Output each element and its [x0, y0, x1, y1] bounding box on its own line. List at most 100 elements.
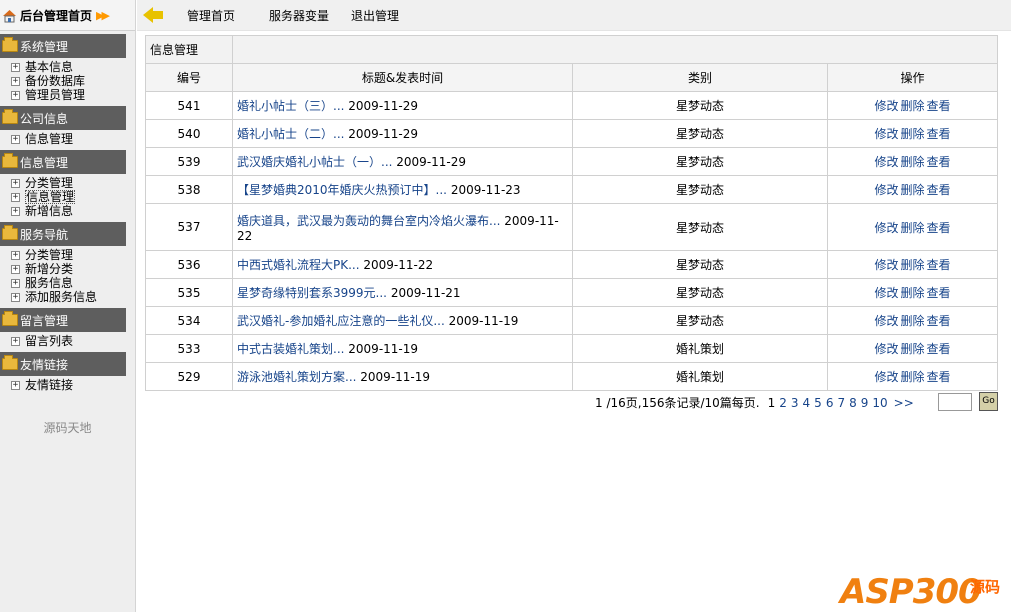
sidebar-item[interactable]: + 添加服务信息 — [11, 290, 135, 304]
sidebar-title[interactable]: 后台管理首页 — [20, 7, 92, 24]
go-button[interactable]: Go — [979, 392, 998, 411]
sidebar-header[interactable]: 后台管理首页 ▶▶ — [0, 0, 135, 31]
expand-plus-icon[interactable]: + — [11, 76, 20, 86]
view-link[interactable]: 查看 — [927, 286, 951, 300]
expand-plus-icon[interactable]: + — [11, 336, 20, 346]
sidebar-item[interactable]: + 基本信息 — [11, 60, 135, 74]
view-link[interactable]: 查看 — [927, 99, 951, 113]
row-title-link[interactable]: 婚礼小帖士（三）... — [237, 99, 344, 113]
delete-link[interactable]: 删除 — [900, 342, 924, 356]
edit-link[interactable]: 修改 — [874, 127, 898, 141]
next-pages-link[interactable]: >> — [894, 396, 914, 410]
expand-plus-icon[interactable]: + — [11, 134, 20, 144]
sidebar-item[interactable]: + 信息管理 — [11, 132, 135, 146]
expand-plus-icon[interactable]: + — [11, 178, 20, 188]
sidebar-item-label[interactable]: 备份数据库 — [25, 74, 85, 88]
nav-logout-link[interactable]: 退出管理 — [351, 7, 399, 24]
delete-link[interactable]: 删除 — [900, 221, 924, 235]
edit-link[interactable]: 修改 — [874, 342, 898, 356]
expand-plus-icon[interactable]: + — [11, 90, 20, 100]
sidebar-item-label[interactable]: 分类管理 — [25, 248, 73, 262]
page-link[interactable]: 10 — [872, 396, 887, 410]
back-arrow-icon[interactable] — [143, 7, 165, 23]
page-link[interactable]: 5 — [814, 396, 822, 410]
page-link[interactable]: 9 — [861, 396, 869, 410]
sidebar-item-label[interactable]: 服务信息 — [25, 276, 73, 290]
view-link[interactable]: 查看 — [927, 370, 951, 384]
page-link[interactable]: 2 — [779, 396, 787, 410]
edit-link[interactable]: 修改 — [874, 370, 898, 384]
nav-server-vars-link[interactable]: 服务器变量 — [269, 7, 329, 24]
sidebar-item[interactable]: + 分类管理 — [11, 176, 135, 190]
nav-home-link[interactable]: 管理首页 — [187, 7, 235, 24]
sidebar-item-label[interactable]: 管理员管理 — [25, 88, 85, 102]
page-link[interactable]: 7 — [837, 396, 845, 410]
page-link[interactable]: 8 — [849, 396, 857, 410]
delete-link[interactable]: 删除 — [900, 155, 924, 169]
view-link[interactable]: 查看 — [927, 258, 951, 272]
sidebar-item-label[interactable]: 基本信息 — [25, 60, 73, 74]
page-link[interactable]: 6 — [826, 396, 834, 410]
view-link[interactable]: 查看 — [927, 155, 951, 169]
sidebar-group-header[interactable]: 友情链接 — [0, 352, 126, 376]
sidebar-item-label[interactable]: 新增分类 — [25, 262, 73, 276]
page-link[interactable]: 1 — [768, 396, 776, 410]
delete-link[interactable]: 删除 — [900, 127, 924, 141]
view-link[interactable]: 查看 — [927, 221, 951, 235]
sidebar-group-header[interactable]: 公司信息 — [0, 106, 126, 130]
delete-link[interactable]: 删除 — [900, 183, 924, 197]
page-number-input[interactable] — [938, 393, 972, 411]
row-title-link[interactable]: 游泳池婚礼策划方案... — [237, 370, 356, 384]
edit-link[interactable]: 修改 — [874, 183, 898, 197]
sidebar-item-label[interactable]: 添加服务信息 — [25, 290, 97, 304]
row-title-link[interactable]: 星梦奇缘特别套系3999元... — [237, 286, 387, 300]
view-link[interactable]: 查看 — [927, 127, 951, 141]
view-link[interactable]: 查看 — [927, 314, 951, 328]
sidebar-item[interactable]: + 管理员管理 — [11, 88, 135, 102]
expand-plus-icon[interactable]: + — [11, 192, 20, 202]
row-title-link[interactable]: 【星梦婚典2010年婚庆火热预订中】... — [237, 183, 447, 197]
row-title-link[interactable]: 中式古装婚礼策划... — [237, 342, 344, 356]
edit-link[interactable]: 修改 — [874, 99, 898, 113]
sidebar-group-header[interactable]: 信息管理 — [0, 150, 126, 174]
sidebar-item[interactable]: + 分类管理 — [11, 248, 135, 262]
delete-link[interactable]: 删除 — [900, 286, 924, 300]
expand-plus-icon[interactable]: + — [11, 278, 20, 288]
row-title-link[interactable]: 婚礼小帖士（二）... — [237, 127, 344, 141]
delete-link[interactable]: 删除 — [900, 370, 924, 384]
sidebar-item-label[interactable]: 留言列表 — [25, 334, 73, 348]
sidebar-item-label[interactable]: 分类管理 — [25, 176, 73, 190]
sidebar-group-header[interactable]: 留言管理 — [0, 308, 126, 332]
expand-plus-icon[interactable]: + — [11, 380, 20, 390]
row-title-link[interactable]: 婚庆道具，武汉最为轰动的舞台室内冷焰火瀑布... — [237, 214, 500, 228]
view-link[interactable]: 查看 — [927, 183, 951, 197]
edit-link[interactable]: 修改 — [874, 155, 898, 169]
page-link[interactable]: 4 — [803, 396, 811, 410]
sidebar-item-label[interactable]: 新增信息 — [25, 204, 73, 218]
expand-plus-icon[interactable]: + — [11, 264, 20, 274]
sidebar-item[interactable]: + 新增分类 — [11, 262, 135, 276]
expand-plus-icon[interactable]: + — [11, 62, 20, 72]
view-link[interactable]: 查看 — [927, 342, 951, 356]
page-link[interactable]: 3 — [791, 396, 799, 410]
expand-plus-icon[interactable]: + — [11, 250, 20, 260]
sidebar-group-header[interactable]: 服务导航 — [0, 222, 126, 246]
sidebar-item[interactable]: + 备份数据库 — [11, 74, 135, 88]
sidebar-item[interactable]: + 友情链接 — [11, 378, 135, 392]
delete-link[interactable]: 删除 — [900, 99, 924, 113]
sidebar-item-label[interactable]: 信息管理 — [25, 132, 73, 146]
sidebar-item[interactable]: + 留言列表 — [11, 334, 135, 348]
row-title-link[interactable]: 武汉婚庆婚礼小帖士（一）... — [237, 155, 392, 169]
edit-link[interactable]: 修改 — [874, 314, 898, 328]
edit-link[interactable]: 修改 — [874, 221, 898, 235]
row-title-link[interactable]: 武汉婚礼-参加婚礼应注意的一些礼仪... — [237, 314, 445, 328]
edit-link[interactable]: 修改 — [874, 258, 898, 272]
sidebar-item[interactable]: + 新增信息 — [11, 204, 135, 218]
expand-plus-icon[interactable]: + — [11, 292, 20, 302]
edit-link[interactable]: 修改 — [874, 286, 898, 300]
sidebar-item[interactable]: + 信息管理 — [11, 190, 135, 204]
sidebar-item-label[interactable]: 友情链接 — [25, 378, 73, 392]
delete-link[interactable]: 删除 — [900, 314, 924, 328]
row-title-link[interactable]: 中西式婚礼流程大PK... — [237, 258, 360, 272]
sidebar-item[interactable]: + 服务信息 — [11, 276, 135, 290]
